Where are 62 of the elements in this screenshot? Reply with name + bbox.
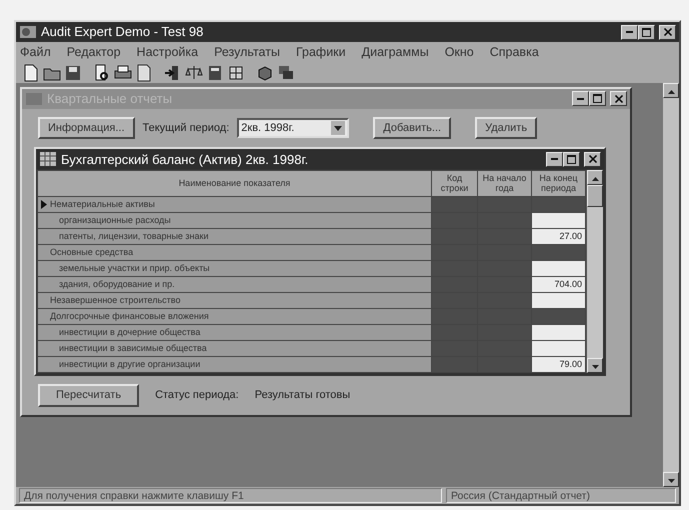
table-cell: 79.00 [532,356,586,373]
menu-item[interactable]: Файл [20,42,51,63]
column-header: На начало года [478,170,532,197]
row-label: Нематериальные активы [49,200,155,210]
info-button[interactable]: Информация... [38,116,135,140]
scrollbar[interactable] [586,170,603,374]
row-label: Долгосрочные финансовые вложения [49,312,209,322]
row-label: инвестиции в другие организации [58,360,200,370]
column-header: На конец периода [532,170,586,197]
period-dropdown[interactable]: 2кв. 1998г. [237,118,350,138]
app-icon [19,24,37,40]
maximize-button[interactable] [589,91,606,106]
menu-item[interactable]: Окно [444,42,474,63]
scroll-thumb[interactable] [587,185,603,208]
status-label: Статус периода: [155,388,239,404]
table-cell: 704.00 [532,276,586,293]
status-text: Для получения справки нажмите клавишу F1 [19,488,442,503]
close-button[interactable] [659,24,676,40]
close-button[interactable] [610,91,627,106]
maximize-icon [593,94,602,104]
menu-item[interactable]: Справка [490,42,539,63]
maximize-button[interactable] [563,152,580,167]
grid-icon [39,151,57,168]
column-header: Наименование показателя [38,170,432,197]
maximize-icon [567,154,576,164]
maximize-button[interactable] [638,24,655,40]
scrollbar[interactable] [663,82,679,487]
minimize-icon [551,158,558,160]
menu-item[interactable]: Редактор [66,42,121,63]
menu-item[interactable]: Диаграммы [362,42,429,63]
period-label: Текущий период: [142,120,230,136]
window-title: Audit Expert Demo - Test 98 [41,23,204,42]
status-value: Результаты готовы [254,388,350,404]
menu-item[interactable]: Настройка [136,42,198,63]
minimize-icon [577,98,584,100]
minimize-icon [626,31,633,33]
row-label: организационные расходы [58,216,171,226]
minimize-button[interactable] [572,91,589,106]
menu-item[interactable]: Графики [296,42,346,63]
row-label: инвестиции в зависимые общества [58,344,207,354]
row-label: патенты, лицензии, товарные знаки [58,232,208,242]
row-label: Незавершенное строительство [49,296,180,306]
menu-item[interactable]: Результаты [214,42,280,63]
minimize-button[interactable] [621,24,638,40]
delete-button[interactable]: Удалить [475,116,538,140]
close-button[interactable] [584,152,601,167]
close-icon [614,94,622,103]
row-label: здания, оборудование и пр. [58,280,175,290]
row-label: земельные участки и прир. объекты [58,264,210,274]
table-cell: 27.00 [532,228,586,245]
minimize-button[interactable] [546,152,563,167]
maximize-icon [642,28,651,36]
window-title: Бухгалтерский баланс (Актив) 2кв. 1998г. [61,150,308,169]
app-icon [25,90,43,107]
status-text: Россия (Стандартный отчет) [446,488,676,503]
close-icon [664,28,672,36]
row-label: Основные средства [49,248,134,258]
recalculate-button[interactable]: Пересчитать [38,384,140,407]
add-button[interactable]: Добавить... [373,116,452,140]
column-header: Код строки [432,170,478,197]
close-icon [588,155,596,164]
row-label: инвестиции в дочерние общества [58,328,200,338]
